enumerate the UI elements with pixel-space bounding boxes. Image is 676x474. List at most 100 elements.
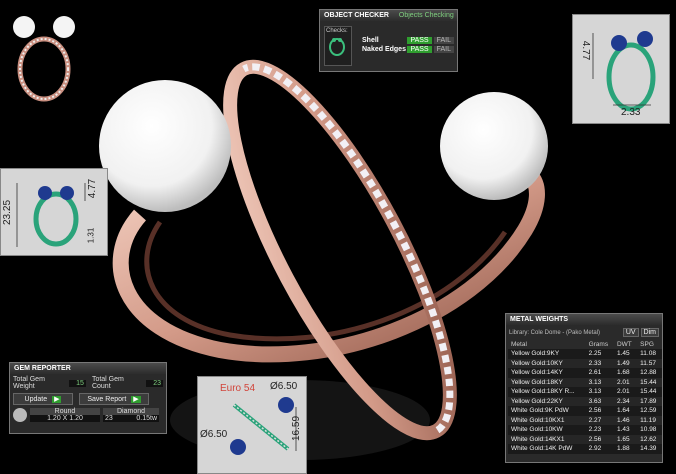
gem-reporter-title: GEM REPORTER <box>10 363 166 374</box>
gem-count: 23 <box>105 415 113 422</box>
metal-name: White Gold:14K PdW <box>508 444 586 454</box>
fail-badge: FAIL <box>433 37 454 44</box>
metal-name: Yellow Gold:10KY <box>508 358 586 368</box>
dwt: 1.45 <box>613 349 638 359</box>
dim-pearl-a: Ø6.50 <box>270 381 298 392</box>
table-row[interactable]: White Gold:14K PdW 2.92 1.88 14.39 <box>508 444 662 454</box>
grams: 2.61 <box>585 368 614 378</box>
grams: 2.56 <box>585 406 614 416</box>
grams: 2.33 <box>585 358 614 368</box>
grams: 2.56 <box>585 434 614 444</box>
update-label: Update <box>24 396 48 403</box>
table-row[interactable]: Yellow Gold:18KY 3.13 2.01 15.44 <box>508 377 662 387</box>
left-pearl <box>99 80 231 212</box>
ring-check-icon <box>329 38 345 56</box>
dim-width: 2.33 <box>621 107 641 118</box>
diamond-header: Diamond <box>103 408 159 415</box>
object-checker-title: OBJECT CHECKER <box>324 12 389 19</box>
right-pearl <box>440 92 548 200</box>
metal-weights-table: Metal Grams DWT SPG Yellow Gold:9KY 2.25 1… <box>508 340 662 454</box>
grams: 2.25 <box>585 349 614 359</box>
metal-name: White Gold:9K PdW <box>508 406 586 416</box>
dwt: 1.46 <box>613 415 638 425</box>
metal-name: Yellow Gold:18KY R... <box>508 387 586 397</box>
header-grams: Grams <box>585 340 614 349</box>
table-row[interactable]: Yellow Gold:10KY 2.33 1.49 11.57 <box>508 358 662 368</box>
save-report-button[interactable]: Save Report ▶ <box>79 393 149 405</box>
update-button[interactable]: Update ▶ <box>13 393 73 405</box>
cad-view-top-right: 4.77 2.33 <box>572 14 670 124</box>
round-header: Round <box>30 408 100 415</box>
spg: 10.98 <box>637 425 662 435</box>
grams: 2.92 <box>585 444 614 454</box>
total-weight-label: Total Gem Weight <box>13 376 45 390</box>
table-row[interactable]: Yellow Gold:18KY R... 3.13 2.01 15.44 <box>508 387 662 397</box>
spg: 11.19 <box>637 415 662 425</box>
object-checker-titlebar: OBJECT CHECKER Objects Checking <box>320 10 457 21</box>
dwt: 1.65 <box>613 434 638 444</box>
total-count-label: Total Gem Count <box>91 376 124 390</box>
metal-name: White Gold:14KX1 <box>508 434 586 444</box>
checks-label: Checks: <box>326 28 348 34</box>
dwt: 1.43 <box>613 425 638 435</box>
header-dwt: DWT <box>613 340 638 349</box>
table-row[interactable]: Yellow Gold:22KY 3.63 2.34 17.89 <box>508 396 662 406</box>
dwt: 2.34 <box>613 396 638 406</box>
gem-reporter-panel: GEM REPORTER Total Gem Weight 15 Total G… <box>9 362 167 434</box>
grams: 3.63 <box>585 396 614 406</box>
table-row[interactable]: White Gold:10KW 2.23 1.43 10.98 <box>508 425 662 435</box>
check-row-naked-edges: Naked Edges PASS FAIL <box>362 46 454 53</box>
play-icon: ▶ <box>52 396 62 403</box>
metal-name: Yellow Gold:14KY <box>508 368 586 378</box>
uv-button[interactable]: UV <box>622 328 639 337</box>
round-size: 1.20 X 1.20 <box>30 415 100 422</box>
metal-weights-panel: METAL WEIGHTS Library: Cole Dome - (Pako… <box>505 313 663 463</box>
fail-badge: FAIL <box>433 46 454 53</box>
play-icon: ▶ <box>131 396 141 403</box>
spg: 12.88 <box>637 368 662 378</box>
dim-height: 23.25 <box>2 199 14 226</box>
metal-name: Yellow Gold:22KY <box>508 396 586 406</box>
table-row[interactable]: Yellow Gold:9KY 2.25 1.45 11.08 <box>508 349 662 359</box>
spg: 11.08 <box>637 349 662 359</box>
metal-weights-title: METAL WEIGHTS <box>506 314 662 325</box>
cad-view-bottom: Euro 54 Ø6.50 Ø6.50 16.59 <box>197 376 307 474</box>
pass-badge: PASS <box>407 46 432 53</box>
table-row[interactable]: White Gold:9K PdW 2.56 1.64 12.59 <box>508 406 662 416</box>
grams: 3.13 <box>585 377 614 387</box>
metal-name: Yellow Gold:9KY <box>508 349 586 359</box>
spg: 17.89 <box>637 396 662 406</box>
table-row[interactable]: White Gold:10KX1 2.27 1.46 11.19 <box>508 415 662 425</box>
check-name: Shell <box>362 37 379 44</box>
spg: 12.59 <box>637 406 662 416</box>
cad-view-left: 23.25 4.77 1.31 <box>0 168 108 256</box>
gem-icon <box>13 408 27 422</box>
grams: 3.13 <box>585 387 614 397</box>
object-checker-panel: OBJECT CHECKER Objects Checking Checks: … <box>319 9 458 72</box>
total-weight-value: 15 <box>68 379 86 387</box>
dim-pearl-b: Ø6.50 <box>200 429 228 440</box>
dim-bottom: 1.31 <box>86 227 96 244</box>
dim-height: 4.77 <box>580 40 592 61</box>
spg: 15.44 <box>637 377 662 387</box>
ring-size-label: Euro 54 <box>220 383 256 394</box>
dwt: 1.68 <box>613 368 638 378</box>
library-label: Library: Cole Dome - (Pako Metal) <box>509 329 601 336</box>
dwt: 1.64 <box>613 406 638 416</box>
dwt: 2.01 <box>613 377 638 387</box>
spg: 12.62 <box>637 434 662 444</box>
header-spg: SPG <box>637 340 662 349</box>
save-report-label: Save Report <box>87 396 127 403</box>
header-metal: Metal <box>508 340 586 349</box>
thumbnail-ring-top-left <box>13 16 75 102</box>
metal-name: Yellow Gold:18KY <box>508 377 586 387</box>
dwt: 1.88 <box>613 444 638 454</box>
table-row[interactable]: White Gold:14KX1 2.56 1.65 12.62 <box>508 434 662 444</box>
dwt: 2.01 <box>613 387 638 397</box>
spg: 14.39 <box>637 444 662 454</box>
dim-button[interactable]: Dim <box>640 328 659 337</box>
table-row[interactable]: Yellow Gold:14KY 2.61 1.68 12.88 <box>508 368 662 378</box>
grams: 2.23 <box>585 425 614 435</box>
dim-height: 16.59 <box>291 415 303 442</box>
spg: 15.44 <box>637 387 662 397</box>
